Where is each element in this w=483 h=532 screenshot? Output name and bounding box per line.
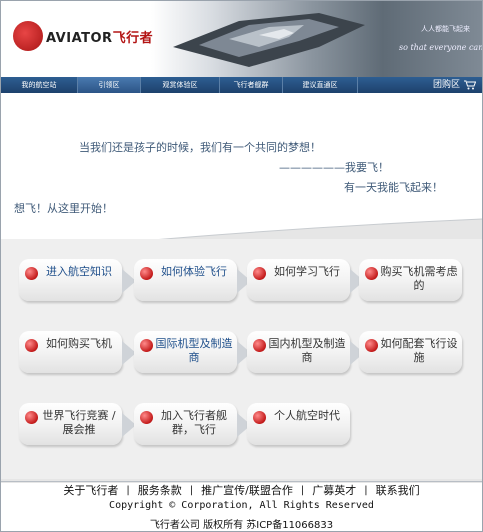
footer-separator: | bbox=[189, 484, 194, 496]
tile-bullet-icon bbox=[25, 411, 38, 424]
tile-domestic-models[interactable]: 国内机型及制造商 bbox=[247, 331, 364, 373]
tile-bullet-icon bbox=[140, 267, 153, 280]
tile-personal-aviation[interactable]: 个人航空时代 bbox=[247, 403, 350, 445]
footer-link-about[interactable]: 关于飞行者 bbox=[63, 482, 118, 498]
tile-how-experience[interactable]: 如何体验飞行 bbox=[134, 259, 251, 301]
main-nav: 我的航空站 引领区 观赏体验区 飞行者舰群 建议直通区 团购区 bbox=[1, 77, 482, 93]
tile-bullet-icon bbox=[25, 339, 38, 352]
tile-bullet-icon bbox=[365, 339, 378, 352]
tile-label: 如何购买飞机 bbox=[46, 337, 112, 350]
logo[interactable]: AVIATOR飞行者 bbox=[46, 27, 153, 46]
nav-item-suggestion[interactable]: 建议直通区 bbox=[283, 77, 358, 93]
tile-label: 购买飞机需考虑的 bbox=[380, 265, 458, 292]
footer-link-terms[interactable]: 服务条款 bbox=[138, 482, 182, 498]
copyright: Copyright © Corporation, All Rights Rese… bbox=[109, 500, 374, 511]
logo-brand: AVIATOR bbox=[46, 31, 113, 46]
tile-how-buy[interactable]: 如何购买飞机 bbox=[19, 331, 136, 373]
tile-label: 国内机型及制造商 bbox=[268, 337, 346, 364]
cart-label: 团购区 bbox=[432, 80, 460, 90]
footer-link-contact[interactable]: 联系我们 bbox=[376, 482, 420, 498]
tile-aviation-knowledge[interactable]: 进入航空知识 bbox=[19, 259, 136, 301]
tile-label: 国际机型及制造商 bbox=[155, 337, 233, 364]
footer-links: 关于飞行者 | 服务条款 | 推广宣传/联盟合作 | 广募英才 | 联系我们 bbox=[1, 483, 482, 497]
intro-line-3: 有一天我能飞起来！ bbox=[344, 181, 443, 194]
company-info: 飞行者公司 版权所有 苏ICP备11066833 bbox=[149, 520, 334, 531]
tile-bullet-icon bbox=[253, 411, 266, 424]
footer-separator: | bbox=[364, 484, 368, 496]
tile-facilities[interactable]: 如何配套飞行设施 bbox=[359, 331, 462, 373]
tile-bullet-icon bbox=[140, 339, 153, 352]
intro-line-2: ——————我要飞！ bbox=[279, 161, 389, 174]
tile-bullet-icon bbox=[253, 267, 266, 280]
tile-label: 如何体验飞行 bbox=[161, 265, 227, 278]
tile-label: 如何学习飞行 bbox=[274, 265, 340, 278]
tile-label: 个人航空时代 bbox=[274, 409, 340, 422]
footer-link-promotion[interactable]: 推广宣传/联盟合作 bbox=[201, 482, 293, 498]
tile-label: 世界飞行竞赛 / 展会推 bbox=[42, 409, 116, 436]
tile-bullet-icon bbox=[25, 267, 38, 280]
spaceship-image bbox=[173, 13, 365, 67]
intro-line-1: 当我们还是孩子的时候，我们有一个共同的梦想！ bbox=[79, 141, 321, 154]
page-frame: AVIATOR飞行者 人人都能飞起来 so that everyone can … bbox=[0, 0, 483, 532]
tile-how-learn[interactable]: 如何学习飞行 bbox=[247, 259, 364, 301]
tile-bullet-icon bbox=[253, 339, 266, 352]
topic-grid: 进入航空知识 如何体验飞行 如何学习飞行 购买飞机需考虑的 如何购买飞机 国际机… bbox=[1, 239, 482, 479]
tile-label: 如何配套飞行设施 bbox=[380, 337, 458, 364]
tile-buy-considerations[interactable]: 购买飞机需考虑的 bbox=[359, 259, 462, 301]
footer-separator: | bbox=[126, 484, 130, 496]
slogan-cn: 人人都能飞起来 bbox=[421, 25, 470, 33]
nav-item-fleet[interactable]: 飞行者舰群 bbox=[220, 77, 283, 93]
nav-item-my-station[interactable]: 我的航空站 bbox=[1, 77, 78, 93]
footer-separator: | bbox=[300, 484, 305, 496]
logo-mark-icon bbox=[13, 21, 43, 51]
tile-label: 进入航空知识 bbox=[46, 265, 112, 278]
tile-competitions[interactable]: 世界飞行竞赛 / 展会推 bbox=[19, 403, 136, 445]
tile-intl-models[interactable]: 国际机型及制造商 bbox=[134, 331, 251, 373]
nav-item-experience-zone[interactable]: 观赏体验区 bbox=[141, 77, 220, 93]
footer-link-careers[interactable]: 广募英才 bbox=[312, 482, 356, 498]
tile-join-fleet[interactable]: 加入飞行者舰群，飞行 bbox=[134, 403, 251, 445]
slogan-en: so that everyone can fly bbox=[399, 43, 482, 52]
tile-label: 加入飞行者舰群，飞行 bbox=[161, 409, 227, 436]
cart-link[interactable]: 团购区 bbox=[358, 77, 482, 93]
header: AVIATOR飞行者 人人都能飞起来 so that everyone can … bbox=[1, 1, 482, 77]
tile-bullet-icon bbox=[140, 411, 153, 424]
cart-icon bbox=[464, 80, 476, 90]
logo-cn: 飞行者 bbox=[112, 31, 154, 46]
nav-item-lead-zone[interactable]: 引领区 bbox=[78, 77, 141, 93]
tile-bullet-icon bbox=[365, 267, 378, 280]
